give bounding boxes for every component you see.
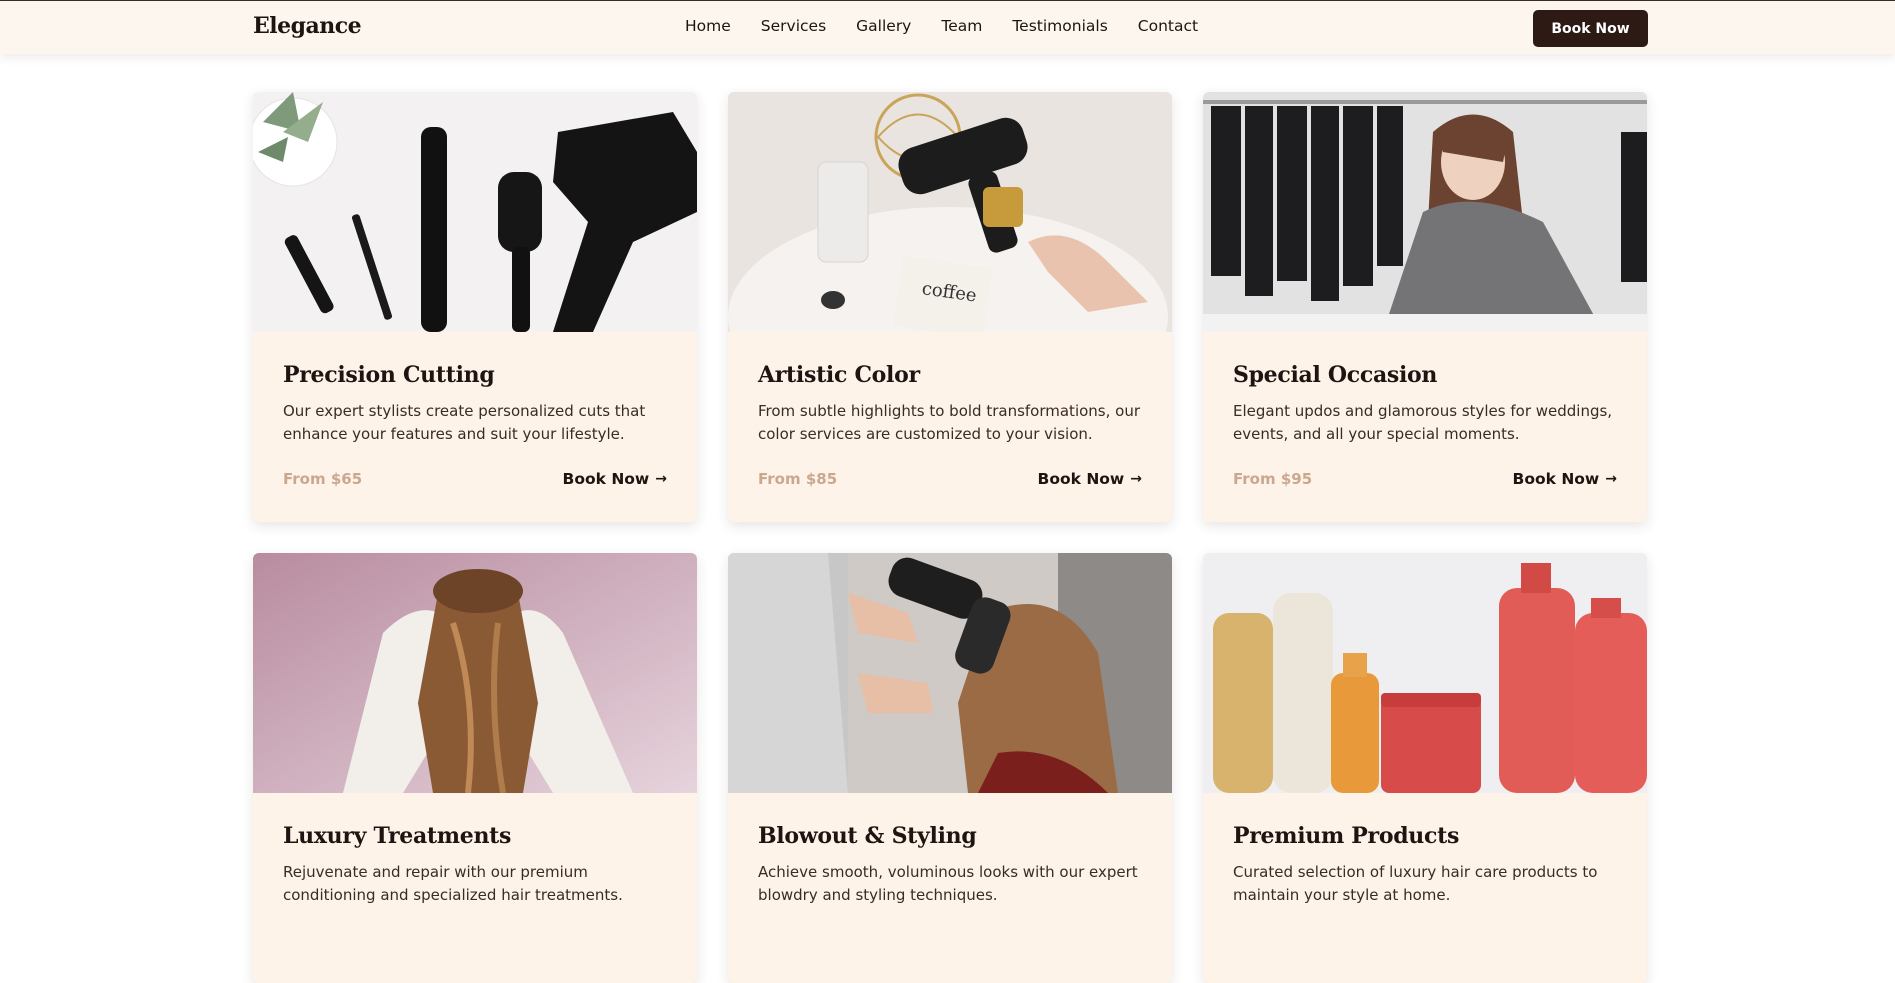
service-card-artistic-color: coffee Artistic Color From subtle highli… — [728, 92, 1172, 522]
book-now-link[interactable]: Book Now → — [563, 470, 668, 488]
card-description: Curated selection of luxury hair care pr… — [1233, 863, 1598, 904]
nav-services[interactable]: Services — [761, 17, 826, 35]
price-label: From $65 — [283, 470, 363, 488]
price-label: From $95 — [1233, 470, 1313, 488]
service-card-special-occasion: Special Occasion Elegant updos and glamo… — [1203, 92, 1647, 522]
arrow-right-icon: → — [1130, 471, 1142, 487]
service-card-luxury-treatments: Luxury Treatments Rejuvenate and repair … — [253, 553, 697, 983]
service-card-blowout-styling: Blowout & Styling Achieve smooth, volumi… — [728, 553, 1172, 983]
card-footer: From $85 Book Now → — [758, 470, 1142, 488]
arrow-right-icon: → — [655, 471, 667, 487]
price-label: From $85 — [758, 470, 838, 488]
blowdry-session-image — [728, 553, 1172, 793]
service-card-precision-cutting: Precision Cutting Our expert stylists cr… — [253, 92, 697, 522]
book-now-link[interactable]: Book Now → — [1513, 470, 1618, 488]
card-title: Precision Cutting — [283, 362, 495, 388]
woman-long-hair-image — [253, 553, 697, 793]
arrow-right-icon: → — [1605, 471, 1617, 487]
card-title: Blowout & Styling — [758, 823, 977, 849]
card-title: Premium Products — [1233, 823, 1460, 849]
card-title: Artistic Color — [758, 362, 920, 388]
nav-testimonials[interactable]: Testimonials — [1012, 17, 1107, 35]
nav-home[interactable]: Home — [685, 17, 731, 35]
nav-gallery[interactable]: Gallery — [856, 17, 911, 35]
hair-dryer-coffee-image: coffee — [728, 92, 1172, 332]
card-title: Luxury Treatments — [283, 823, 512, 849]
nav-contact[interactable]: Contact — [1138, 17, 1198, 35]
book-now-link-label: Book Now — [1037, 470, 1125, 488]
hair-products-image — [1203, 553, 1647, 793]
stylist-smiling-image — [1203, 92, 1647, 332]
site-header: Elegance Home Services Gallery Team Test… — [0, 0, 1895, 54]
book-now-link-label: Book Now — [1512, 470, 1600, 488]
book-now-link[interactable]: Book Now → — [1038, 470, 1143, 488]
card-description: Elegant updos and glamorous styles for w… — [1233, 402, 1613, 443]
main-nav: Home Services Gallery Team Testimonials … — [685, 17, 1198, 35]
card-description: Our expert stylists create personalized … — [283, 402, 646, 443]
book-now-link-label: Book Now — [562, 470, 650, 488]
card-description: Achieve smooth, voluminous looks with ou… — [758, 863, 1138, 904]
card-footer: From $65 Book Now → — [283, 470, 667, 488]
header-book-now-button[interactable]: Book Now — [1533, 10, 1648, 47]
site-logo[interactable]: Elegance — [253, 13, 362, 39]
nav-team[interactable]: Team — [941, 17, 982, 35]
card-description: Rejuvenate and repair with our premium c… — [283, 863, 623, 904]
service-card-premium-products: Premium Products Curated selection of lu… — [1203, 553, 1647, 983]
card-description: From subtle highlights to bold transform… — [758, 402, 1140, 443]
card-title: Special Occasion — [1233, 362, 1438, 388]
hair-tools-image — [253, 92, 697, 332]
card-footer: From $95 Book Now → — [1233, 470, 1617, 488]
services-grid: Precision Cutting Our expert stylists cr… — [253, 92, 1648, 983]
